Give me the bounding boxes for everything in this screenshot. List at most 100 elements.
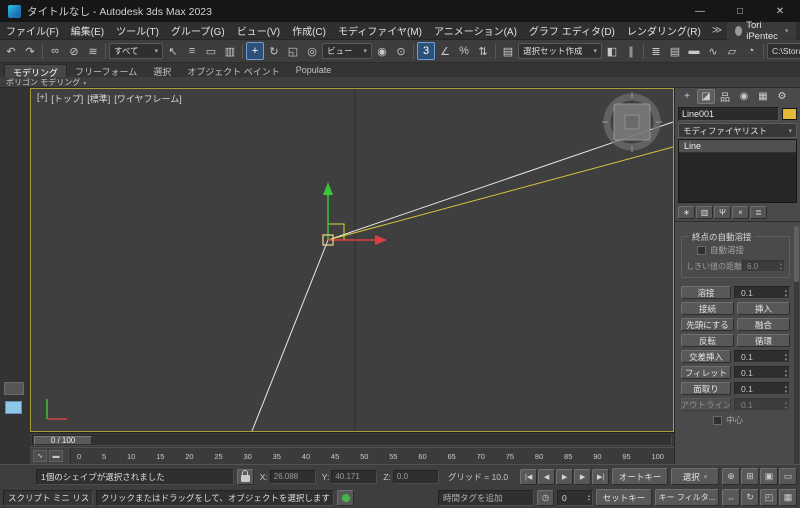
make-unique-icon[interactable]: Ψ [714, 206, 731, 219]
rollout-button[interactable]: 面取り [681, 382, 731, 395]
rollout-control[interactable]: 0.1 [734, 366, 790, 379]
show-end-result-icon[interactable]: ▥ [696, 206, 713, 219]
polygon-modeling-panel-button[interactable]: ポリゴン モデリング [0, 77, 92, 88]
auto-key-button[interactable]: オートキー [612, 468, 669, 485]
configure-modifier-sets-icon[interactable]: ≣ [750, 206, 767, 219]
spline-segment-yellow[interactable] [327, 146, 673, 241]
rollout-button[interactable]: 接続 [681, 302, 734, 315]
spline-segment-white-lower[interactable] [251, 239, 329, 431]
utilities-tab-icon[interactable]: ⚙ [773, 89, 791, 104]
orbit-icon[interactable]: ↻ [741, 489, 759, 506]
pin-stack-icon[interactable]: ∗ [678, 206, 695, 219]
select-and-manipulate-icon[interactable]: ⊙ [392, 42, 410, 60]
select-object-icon[interactable]: ↖ [164, 42, 182, 60]
material-editor-icon[interactable]: ◔ [742, 42, 760, 60]
center-checkbox[interactable] [713, 415, 722, 425]
set-key-button[interactable]: セットキー [596, 489, 652, 506]
angle-snap-icon[interactable]: ∠ [436, 42, 454, 60]
rollout-control[interactable]: 0.1 [734, 398, 790, 411]
ribbon-tab-object-paint[interactable]: オブジェクト ペイント [179, 64, 288, 77]
toolbar-icon[interactable] [242, 43, 243, 59]
coordinate-value-field[interactable]: 40.171 [331, 469, 378, 484]
toolbar-icon[interactable] [643, 43, 644, 59]
minimize-button[interactable]: — [680, 0, 720, 22]
next-frame-button[interactable]: ▶ [574, 468, 592, 485]
snap-toggle-3d-icon[interactable]: 3 [417, 42, 435, 60]
ribbon-tab-selection[interactable]: 選択 [145, 64, 179, 77]
scene-explorer-icon[interactable]: ≣ [647, 42, 665, 60]
rollout-control[interactable]: 0.1 [734, 286, 790, 299]
select-and-scale-icon[interactable]: ◱ [284, 42, 302, 60]
time-configuration-icon[interactable]: ◷ [537, 489, 554, 506]
rollout-button[interactable]: アウトライン [681, 398, 731, 411]
menu-overflow-chevron[interactable]: ≫ [707, 25, 727, 36]
toolbar-icon[interactable] [495, 43, 496, 59]
select-and-move-icon[interactable]: + [246, 42, 264, 60]
menu-item[interactable]: グラフ エディタ(D) [523, 23, 621, 38]
key-filters-button[interactable]: キー フィルタ... [655, 489, 719, 506]
selection-region-icon[interactable]: ▭ [202, 42, 220, 60]
selected-keyset-dropdown[interactable]: 選択 [671, 468, 719, 485]
select-by-name-icon[interactable]: ≡ [183, 42, 201, 60]
rollout-control[interactable]: 0.1 [734, 382, 790, 395]
ribbon-tab-populate[interactable]: Populate [288, 64, 340, 77]
time-slider[interactable]: 0 / 100 [30, 432, 674, 447]
rollout-button[interactable]: フィレット [681, 366, 731, 379]
adaptive-degradation-icon[interactable] [337, 489, 354, 506]
panel-scrollbar[interactable] [794, 226, 799, 464]
unlink-selection-icon[interactable]: ⊘ [65, 42, 83, 60]
schematic-view-icon[interactable]: ▱ [723, 42, 741, 60]
bind-to-space-warp-icon[interactable]: ≋ [84, 42, 102, 60]
display-tab-icon[interactable]: ▦ [754, 89, 772, 104]
viewport-layout-icon[interactable]: ▦ [779, 489, 797, 506]
selection-filter-dropdown[interactable]: すべて [109, 43, 163, 59]
threshold-spinner[interactable]: 6.0 [742, 260, 785, 272]
play-button[interactable]: ▶ [556, 468, 574, 485]
time-tag-field[interactable]: 時間タグを追加 [438, 489, 534, 506]
trackbar-ruler[interactable]: 0 5 10 15 20 25 30 35 40 45 50 55 60 65 70 75 80 85 90 95 10… [70, 448, 674, 464]
viewport-layout-tab-button[interactable] [4, 382, 24, 395]
zoom-extents-icon[interactable]: ▣ [760, 468, 778, 485]
rollout-button[interactable]: 先頭にする [681, 318, 734, 331]
go-to-start-button[interactable]: |◀ [520, 468, 538, 485]
hierarchy-tab-icon[interactable]: 品 [716, 89, 734, 104]
rollout-button[interactable]: 溶接 [681, 286, 731, 299]
panel-scrollbar-thumb[interactable] [794, 226, 799, 282]
menu-item[interactable]: モディファイヤ(M) [332, 23, 428, 38]
menu-item[interactable]: 作成(C) [286, 23, 332, 38]
redo-icon[interactable]: ↷ [21, 42, 39, 60]
remove-modifier-icon[interactable]: × [732, 206, 749, 219]
edit-named-selection-icon[interactable]: ▤ [499, 42, 517, 60]
coordinate-value-field[interactable]: 26.088 [269, 469, 316, 484]
maximize-viewport-icon[interactable]: ◰ [760, 489, 778, 506]
cycle-button[interactable]: 循環 [737, 334, 790, 347]
show-selection-range-icon[interactable]: ▬ [49, 450, 63, 462]
zoom-region-icon[interactable]: ▭ [779, 468, 797, 485]
viewport-label-segment[interactable]: [標準] [87, 92, 110, 105]
viewport-label-segment[interactable]: [+] [37, 92, 47, 105]
open-mini-curve-editor-icon[interactable]: ∿ [33, 450, 47, 462]
mirror-icon[interactable]: ◧ [603, 42, 621, 60]
spinner-snap-icon[interactable]: ⇅ [474, 42, 492, 60]
modifier-list-dropdown[interactable]: モディファイヤリスト [678, 123, 797, 138]
coordinate-value-field[interactable]: 0.0 [392, 469, 439, 484]
rollout-button[interactable]: 反転 [681, 334, 734, 347]
viewport-top[interactable]: [+] [トップ] [標準] [ワイヤフレーム] [30, 88, 674, 432]
ribbon-tab-modeling[interactable]: モデリング [4, 64, 68, 78]
toolbar-icon[interactable] [105, 43, 106, 59]
use-pivot-center-icon[interactable]: ◉ [373, 42, 391, 60]
motion-tab-icon[interactable]: ◉ [735, 89, 753, 104]
viewcube-inner-face[interactable] [624, 114, 640, 130]
modifier-stack[interactable]: Line [678, 139, 797, 203]
viewport-label-segment[interactable]: [ワイヤフレーム] [114, 92, 181, 105]
track-bar[interactable]: ∿ ▬ 0 5 10 15 20 25 30 35 40 45 50 55 60 65 70 75 80 85 90 9… [30, 447, 674, 464]
toolbar-icon[interactable] [42, 43, 43, 59]
menu-item[interactable]: グループ(G) [165, 23, 231, 38]
insert-button[interactable]: 挿入 [737, 302, 790, 315]
window-crossing-icon[interactable]: ▥ [221, 42, 239, 60]
project-folder-field[interactable]: C:\Storage\P...dsMax Project [767, 43, 800, 59]
viewport-canvas[interactable] [31, 89, 673, 431]
named-selection-sets-dropdown[interactable]: 選択セット作成 [518, 43, 602, 59]
toolbar-icon[interactable] [763, 43, 764, 59]
modify-tab-icon[interactable]: ◪ [697, 89, 715, 104]
